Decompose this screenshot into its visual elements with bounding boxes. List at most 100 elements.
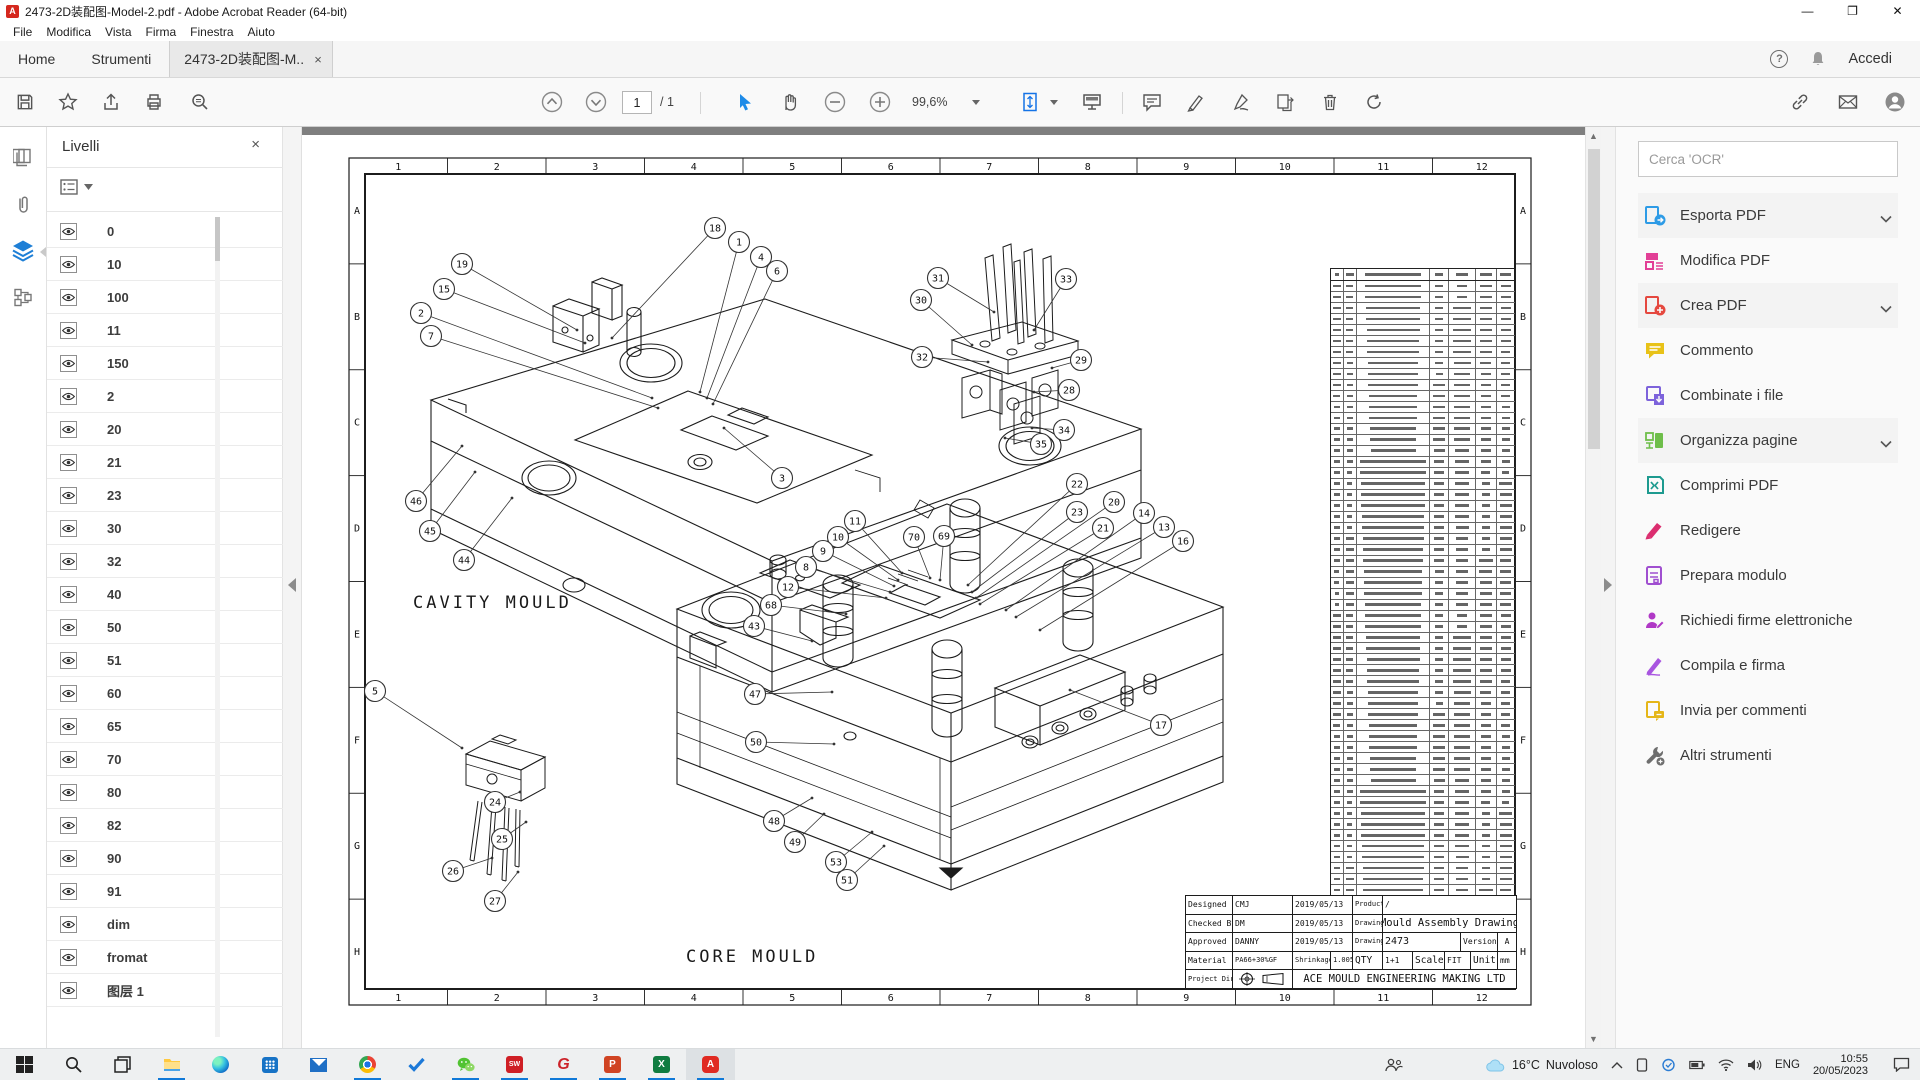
layer-row[interactable]: 20 xyxy=(47,413,283,446)
layer-visibility-eye-icon[interactable] xyxy=(60,289,77,306)
page-thumbnails-icon[interactable] xyxy=(13,148,33,173)
page-down-icon[interactable] xyxy=(584,90,608,114)
people-icon[interactable] xyxy=(1385,1058,1403,1072)
layers-icon[interactable] xyxy=(11,240,35,267)
chevron-down-icon[interactable] xyxy=(1880,300,1892,312)
tool-create-pdf[interactable]: Crea PDF xyxy=(1638,283,1898,328)
zoom-dropdown-caret[interactable] xyxy=(972,100,980,105)
scrollbar-thumb[interactable] xyxy=(1588,149,1600,449)
layer-visibility-eye-icon[interactable] xyxy=(60,784,77,801)
pdf-viewport[interactable]: 112233445566778899101011111212AABBCCDDEE… xyxy=(302,127,1585,1048)
pdf-vertical-scrollbar[interactable]: ▲ ▼ xyxy=(1585,127,1601,1048)
export-pages-icon[interactable] xyxy=(1275,92,1295,112)
layer-visibility-eye-icon[interactable] xyxy=(60,421,77,438)
layer-visibility-eye-icon[interactable] xyxy=(60,355,77,372)
layer-visibility-eye-icon[interactable] xyxy=(60,751,77,768)
menu-aiuto[interactable]: Aiuto xyxy=(241,25,282,39)
taskbar-powerpoint-icon[interactable]: P xyxy=(588,1049,637,1080)
layer-visibility-eye-icon[interactable] xyxy=(60,322,77,339)
layer-row[interactable]: 11 xyxy=(47,314,283,347)
layer-row[interactable]: 21 xyxy=(47,446,283,479)
layer-row[interactable]: 91 xyxy=(47,875,283,908)
layer-visibility-eye-icon[interactable] xyxy=(60,520,77,537)
search-zoom-icon[interactable] xyxy=(190,92,210,112)
tool-send-comments[interactable]: Invia per commenti xyxy=(1638,688,1898,733)
page-number-input[interactable]: 1 xyxy=(622,91,652,114)
zoom-in-icon[interactable] xyxy=(868,90,892,114)
fit-page-icon[interactable] xyxy=(1019,91,1041,113)
taskbar-explorer-icon[interactable] xyxy=(147,1049,196,1080)
close-button[interactable]: ✕ xyxy=(1875,0,1920,22)
zoom-out-icon[interactable] xyxy=(823,90,847,114)
star-icon[interactable] xyxy=(58,92,78,112)
layer-visibility-eye-icon[interactable] xyxy=(60,619,77,636)
tray-expand-icon[interactable] xyxy=(1611,1061,1623,1069)
tab-close-icon[interactable]: × xyxy=(314,52,322,67)
fit-dropdown-caret[interactable] xyxy=(1050,100,1058,105)
share-icon[interactable] xyxy=(101,92,121,112)
sign-in-button[interactable]: Accedi xyxy=(1848,51,1892,67)
layer-visibility-eye-icon[interactable] xyxy=(60,256,77,273)
menu-finestra[interactable]: Finestra xyxy=(183,25,240,39)
layer-visibility-eye-icon[interactable] xyxy=(60,916,77,933)
tool-request-sign[interactable]: Richiedi firme elettroniche xyxy=(1638,598,1898,643)
tool-redact[interactable]: Redigere xyxy=(1638,508,1898,553)
taskbar-start-button[interactable] xyxy=(0,1049,49,1080)
layer-row[interactable]: 90 xyxy=(47,842,283,875)
layer-row[interactable]: 51 xyxy=(47,644,283,677)
layer-row[interactable]: 60 xyxy=(47,677,283,710)
share-link-icon[interactable] xyxy=(1789,91,1811,113)
display-settings-icon[interactable] xyxy=(1081,91,1103,113)
taskbar-search-icon[interactable] xyxy=(49,1049,98,1080)
menu-vista[interactable]: Vista xyxy=(98,25,138,39)
layer-row[interactable]: 80 xyxy=(47,776,283,809)
layer-row[interactable]: 图层 1 xyxy=(47,974,283,1007)
clock[interactable]: 10:55 20/05/2023 xyxy=(1813,1053,1868,1077)
chevron-down-icon[interactable] xyxy=(1880,435,1892,447)
help-icon[interactable]: ? xyxy=(1770,50,1788,68)
layer-row[interactable]: 70 xyxy=(47,743,283,776)
tool-comment[interactable]: Commento xyxy=(1638,328,1898,373)
taskbar-gstarcad-icon[interactable]: G xyxy=(539,1049,588,1080)
layer-visibility-eye-icon[interactable] xyxy=(60,553,77,570)
layer-row[interactable]: 65 xyxy=(47,710,283,743)
highlighter-icon[interactable] xyxy=(1186,92,1206,112)
your-phone-icon[interactable] xyxy=(1636,1058,1648,1072)
comment-icon[interactable] xyxy=(1142,92,1162,112)
tool-organize-pages[interactable]: Organizza pagine xyxy=(1638,418,1898,463)
taskbar-chrome-icon[interactable] xyxy=(343,1049,392,1080)
layer-visibility-eye-icon[interactable] xyxy=(60,817,77,834)
layer-row[interactable]: 23 xyxy=(47,479,283,512)
layer-row[interactable]: 2 xyxy=(47,380,283,413)
save-icon[interactable] xyxy=(16,93,35,112)
layer-visibility-eye-icon[interactable] xyxy=(60,487,77,504)
taskbar-mail-icon[interactable] xyxy=(294,1049,343,1080)
print-icon[interactable] xyxy=(144,92,164,112)
taskbar-excel-icon[interactable]: X xyxy=(637,1049,686,1080)
weather-widget[interactable]: 16°C Nuvoloso xyxy=(1486,1058,1598,1072)
onedrive-sync-icon[interactable] xyxy=(1661,1058,1676,1072)
chevron-down-icon[interactable] xyxy=(1880,210,1892,222)
layer-visibility-eye-icon[interactable] xyxy=(60,850,77,867)
zoom-level-value[interactable]: 99,6% xyxy=(912,95,947,109)
tool-combine-files[interactable]: Combinate i file xyxy=(1638,373,1898,418)
delete-pages-icon[interactable] xyxy=(1320,92,1340,112)
layers-panel-close-icon[interactable]: × xyxy=(251,136,260,153)
menu-modifica[interactable]: Modifica xyxy=(39,25,98,39)
layer-row[interactable]: 32 xyxy=(47,545,283,578)
select-tool-icon[interactable] xyxy=(735,92,755,112)
tab-tools[interactable]: Strumenti xyxy=(73,41,169,77)
bell-icon[interactable] xyxy=(1810,51,1826,67)
layer-row[interactable]: 100 xyxy=(47,281,283,314)
layer-visibility-eye-icon[interactable] xyxy=(60,718,77,735)
tool-fill-sign[interactable]: Compila e firma xyxy=(1638,643,1898,688)
layer-visibility-eye-icon[interactable] xyxy=(60,949,77,966)
layer-visibility-eye-icon[interactable] xyxy=(60,685,77,702)
mail-icon[interactable] xyxy=(1837,91,1859,113)
layer-row[interactable]: 40 xyxy=(47,578,283,611)
minimize-button[interactable]: — xyxy=(1785,0,1830,22)
scroll-down-icon[interactable]: ▼ xyxy=(1589,1034,1598,1044)
language-indicator[interactable]: ENG xyxy=(1775,1059,1800,1071)
tools-search-input[interactable] xyxy=(1638,141,1898,177)
action-center-icon[interactable] xyxy=(1893,1057,1910,1072)
